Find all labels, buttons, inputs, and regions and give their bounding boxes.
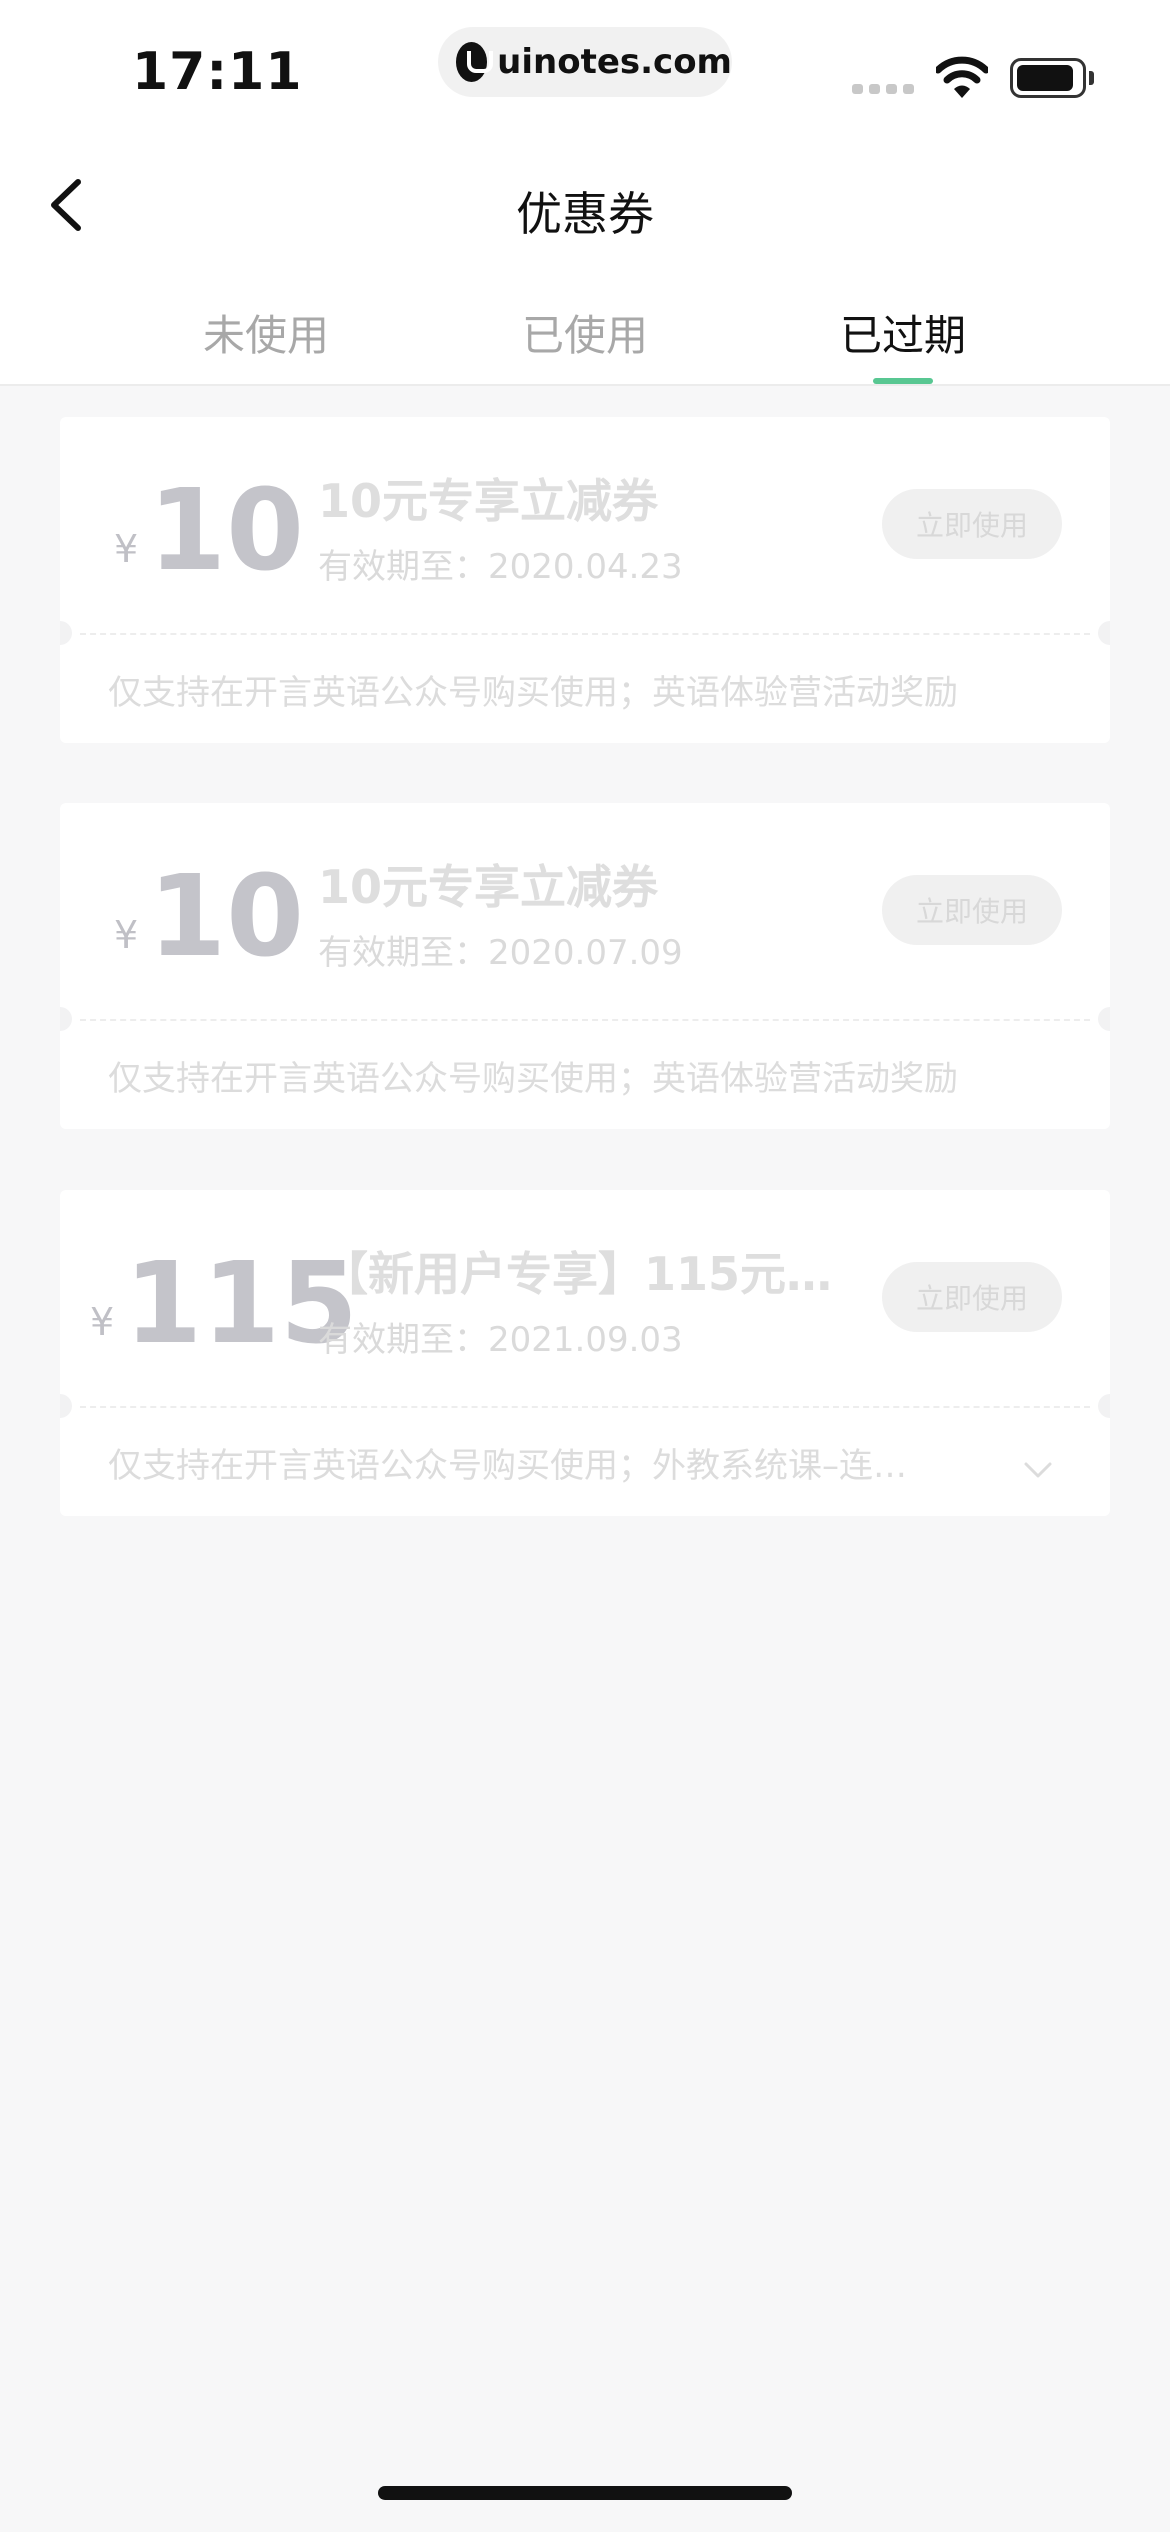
coupon-amount: 10	[148, 466, 305, 596]
use-now-button[interactable]: 立即使用	[882, 875, 1062, 945]
card-divider	[80, 633, 1090, 635]
currency-symbol: ¥	[114, 527, 139, 571]
coupon-screen: 17:11 uinotes.com 优惠券 未使用 已使用 已过期 ¥ 10 1…	[0, 0, 1170, 2532]
page-title: 优惠券	[516, 187, 654, 241]
coupon-card: ¥ 10 10元专享立减券 有效期至：2020.04.23 立即使用 仅支持在开…	[60, 417, 1110, 743]
coupon-amount-group: ¥ 10	[114, 457, 304, 587]
home-indicator[interactable]	[378, 2486, 792, 2500]
card-notch-left	[60, 1007, 72, 1031]
currency-symbol: ¥	[90, 1300, 115, 1344]
coupon-amount-group: ¥ 10	[114, 843, 304, 973]
coupon-card: ¥ 10 10元专享立减券 有效期至：2020.07.09 立即使用 仅支持在开…	[60, 803, 1110, 1129]
battery-icon	[1010, 58, 1094, 98]
coupon-description: 仅支持在开言英语公众号购买使用；英语体验营活动奖励	[108, 1059, 958, 1099]
coupon-expiry: 有效期至：2021.09.03	[318, 1320, 683, 1360]
site-logo-icon	[456, 42, 494, 82]
coupon-amount: 10	[148, 852, 305, 982]
tab-active-indicator	[873, 378, 933, 384]
wifi-icon	[936, 56, 988, 98]
status-time: 17:11	[132, 42, 303, 102]
card-divider	[80, 1406, 1090, 1408]
tab-bar: 未使用 已使用 已过期	[0, 280, 1170, 386]
card-divider	[80, 1019, 1090, 1021]
card-notch-left	[60, 621, 72, 645]
coupon-title: 10元专享立减券	[318, 474, 659, 528]
card-notch-left	[60, 1394, 72, 1418]
coupon-title: 10元专享立减券	[318, 860, 659, 914]
card-notch-right	[1098, 621, 1110, 645]
status-bar: 17:11 uinotes.com	[0, 0, 1170, 130]
use-now-button[interactable]: 立即使用	[882, 1262, 1062, 1332]
card-notch-right	[1098, 1394, 1110, 1418]
tab-unused[interactable]: 未使用	[166, 302, 366, 363]
nav-bar: 优惠券	[0, 130, 1170, 280]
cellular-signal-icon	[852, 84, 914, 94]
coupon-description: 仅支持在开言英语公众号购买使用；外教系统课–连…	[108, 1446, 907, 1486]
coupon-expiry: 有效期至：2020.04.23	[318, 547, 683, 587]
tab-used[interactable]: 已使用	[485, 302, 685, 363]
currency-symbol: ¥	[114, 913, 139, 957]
coupon-title: 【新用户专享】115元…	[322, 1247, 833, 1301]
coupon-card: ¥ 115 【新用户专享】115元… 有效期至：2021.09.03 立即使用 …	[60, 1190, 1110, 1516]
site-pill: uinotes.com	[438, 27, 732, 97]
coupon-description: 仅支持在开言英语公众号购买使用；英语体验营活动奖励	[108, 673, 958, 713]
tab-expired[interactable]: 已过期	[803, 302, 1003, 363]
use-now-button[interactable]: 立即使用	[882, 489, 1062, 559]
chevron-down-icon[interactable]	[1020, 1452, 1056, 1488]
site-url: uinotes.com	[497, 42, 732, 82]
card-notch-right	[1098, 1007, 1110, 1031]
coupon-expiry: 有效期至：2020.07.09	[318, 933, 683, 973]
